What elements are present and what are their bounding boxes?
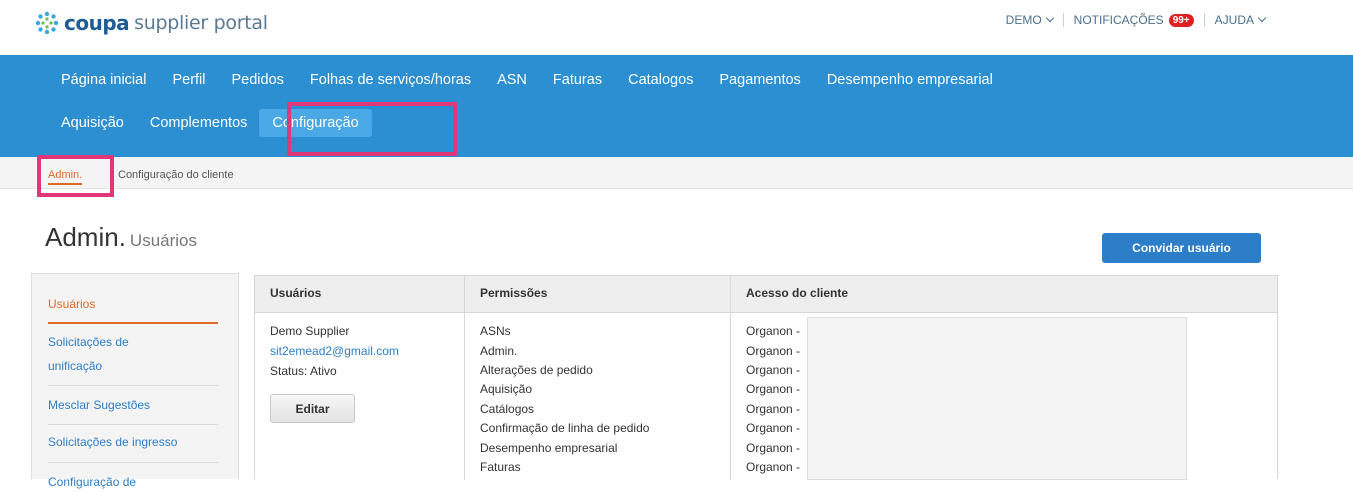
permission-item: Aquisição — [480, 382, 533, 396]
user-name: Demo Supplier — [270, 324, 350, 338]
demo-menu-label: DEMO — [1005, 13, 1042, 27]
sidebar-item-merge-requests[interactable]: Solicitações de unificação — [48, 330, 218, 378]
user-status: Status: Ativo — [270, 364, 337, 378]
permission-item: Alterações de pedido — [480, 363, 593, 377]
sidebar-divider — [48, 424, 218, 425]
sidebar-divider — [48, 462, 218, 463]
nav-item-payments[interactable]: Pagamentos — [719, 72, 800, 88]
help-menu[interactable]: AJUDA — [1214, 13, 1267, 27]
nav-item-service-sheets[interactable]: Folhas de serviços/horas — [310, 72, 471, 88]
nav-item-home[interactable]: Página inicial — [61, 72, 146, 88]
permission-item: ASNs — [480, 324, 511, 338]
sidebar-item-configuration[interactable]: Configuração de — [48, 472, 218, 492]
highlight-box-admin — [37, 155, 114, 197]
permission-item: Desempenho empresarial — [480, 441, 618, 455]
redacted-client-names-box — [807, 317, 1187, 480]
users-table: Usuários Permissões Acesso do cliente De… — [254, 275, 1278, 480]
admin-sidebar: Usuários Solicitações de unificação Mesc… — [31, 273, 239, 489]
permission-item: Catálogos — [480, 402, 535, 416]
demo-menu[interactable]: DEMO — [1005, 13, 1054, 27]
sidebar-item-label-line2: unificação — [48, 359, 103, 373]
column-header-client-access[interactable]: Acesso do cliente — [746, 286, 848, 300]
coupa-logo[interactable]: coupa supplier portal — [34, 10, 268, 36]
sidebar-item-merge-suggestions[interactable]: Mesclar Sugestões — [48, 395, 218, 415]
nav-item-addons[interactable]: Complementos — [150, 115, 248, 137]
user-email-link[interactable]: sit2emead2@gmail.com — [270, 342, 399, 362]
permission-item: Confirmação de linha de pedido — [480, 421, 650, 435]
nav-item-catalogs[interactable]: Catalogos — [628, 72, 693, 88]
logo-portal-text: supplier portal — [134, 12, 268, 34]
logo-brand-text: coupa — [64, 11, 130, 35]
help-menu-label: AJUDA — [1214, 13, 1254, 27]
main-navigation: Página inicial Perfil Pedidos Folhas de … — [0, 55, 1353, 157]
nav-item-asn[interactable]: ASN — [497, 72, 527, 88]
permission-item: Faturas — [480, 460, 521, 474]
client-access-item: Organon - — [746, 382, 801, 396]
nav-row-1: Página inicial Perfil Pedidos Folhas de … — [61, 72, 1019, 88]
column-header-permissions[interactable]: Permissões — [480, 286, 547, 300]
top-header: coupa supplier portal DEMO NOTIFICAÇÕES … — [0, 0, 1353, 55]
highlight-box-setup — [287, 102, 457, 156]
nav-item-business-performance[interactable]: Desempenho empresarial — [827, 72, 993, 88]
chevron-down-icon — [1257, 13, 1267, 23]
sidebar-active-underline — [48, 322, 218, 324]
coupa-logo-icon — [35, 11, 59, 35]
column-divider — [730, 276, 731, 480]
notifications-label: NOTIFICAÇÕES — [1073, 13, 1164, 27]
client-access-item: Organon - — [746, 441, 801, 455]
page-subtitle: Usuários — [129, 231, 198, 250]
divider — [1203, 13, 1205, 27]
client-access-item: Organon - — [746, 421, 801, 435]
notifications-menu[interactable]: NOTIFICAÇÕES 99+ — [1074, 13, 1194, 27]
top-utility-nav: DEMO NOTIFICAÇÕES 99+ AJUDA — [1005, 13, 1267, 27]
nav-item-invoices[interactable]: Faturas — [553, 72, 602, 88]
table-header: Usuários Permissões Acesso do cliente — [255, 276, 1277, 313]
sidebar-divider — [48, 385, 218, 386]
sidebar-item-label-line1: Solicitações de — [48, 335, 129, 349]
permission-item: Admin. — [480, 344, 518, 358]
client-access-item: Organon - — [746, 460, 801, 474]
nav-item-orders[interactable]: Pedidos — [232, 72, 284, 88]
nav-item-sourcing[interactable]: Aquisição — [61, 115, 124, 137]
sidebar-item-join-requests[interactable]: Solicitações de ingresso — [48, 432, 218, 452]
invite-user-button[interactable]: Convidar usuário — [1102, 233, 1261, 263]
subnav-tab-client-setup[interactable]: Configuração do cliente — [118, 169, 234, 181]
page-title-main: Admin. — [45, 222, 126, 252]
column-header-users[interactable]: Usuários — [270, 286, 321, 300]
page-title: Admin. Usuários — [45, 222, 197, 253]
edit-user-button[interactable]: Editar — [270, 394, 355, 423]
sub-navigation: Admin. Configuração do cliente — [0, 157, 1353, 189]
notifications-count-badge: 99+ — [1168, 13, 1194, 27]
chevron-down-icon — [1045, 13, 1054, 23]
nav-item-profile[interactable]: Perfil — [172, 72, 205, 88]
sidebar-item-users[interactable]: Usuários — [48, 294, 218, 314]
client-access-item: Organon - — [746, 324, 801, 338]
column-divider — [464, 276, 465, 480]
client-access-item: Organon - — [746, 363, 801, 377]
client-access-item: Organon - — [746, 344, 801, 358]
client-access-item: Organon - — [746, 402, 801, 416]
divider — [1062, 13, 1064, 27]
